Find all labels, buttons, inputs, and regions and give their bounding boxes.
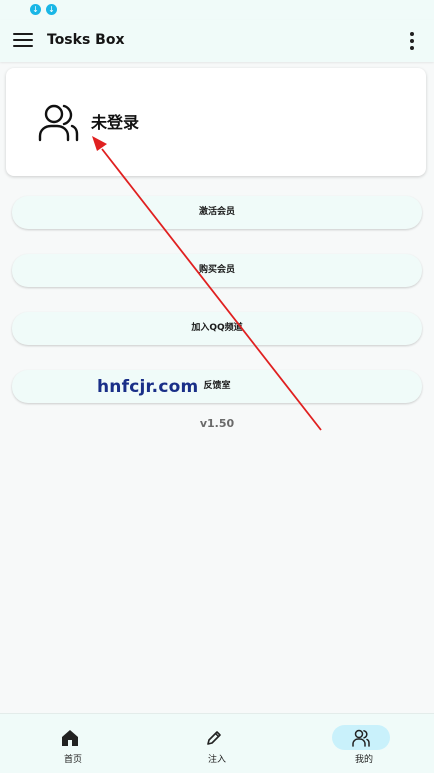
- users-icon: [38, 104, 79, 142]
- nav-mine[interactable]: 我的: [325, 722, 403, 772]
- status-bar: ↓ ↓: [0, 0, 434, 20]
- button-label: 购买会员: [198, 265, 235, 275]
- login-status: 未登录: [91, 113, 140, 132]
- nav-inject[interactable]: 注入: [178, 722, 256, 772]
- app-title: Tosks Box: [47, 32, 125, 48]
- button-label: 加入QQ频道: [191, 323, 243, 333]
- nav-label: 首页: [63, 755, 82, 765]
- bottom-navigation: 首页 注入 我的: [0, 713, 434, 773]
- nav-label: 我的: [354, 755, 373, 765]
- join-qq-channel-button[interactable]: 加入QQ频道: [12, 312, 422, 345]
- app-bar: Tosks Box: [0, 20, 434, 62]
- download-icon: ↓: [30, 4, 41, 15]
- button-label: 激活会员: [198, 207, 235, 217]
- version-label: v1.50: [199, 417, 235, 430]
- buy-membership-button[interactable]: 购买会员: [12, 254, 422, 287]
- menu-icon[interactable]: [13, 32, 33, 48]
- watermark: hnfcjr.com: [97, 377, 199, 397]
- nav-label: 注入: [207, 755, 226, 765]
- button-label: 反馈室: [203, 381, 231, 391]
- login-card[interactable]: 未登录: [6, 68, 426, 176]
- user-icon: [352, 729, 370, 747]
- pencil-icon: [207, 731, 221, 745]
- download-icon: ↓: [46, 4, 57, 15]
- nav-home[interactable]: 首页: [34, 722, 112, 772]
- activate-membership-button[interactable]: 激活会员: [12, 196, 422, 229]
- home-icon: [62, 730, 78, 746]
- more-options-icon[interactable]: [404, 30, 420, 52]
- feedback-room-button[interactable]: 反馈室: [12, 370, 422, 403]
